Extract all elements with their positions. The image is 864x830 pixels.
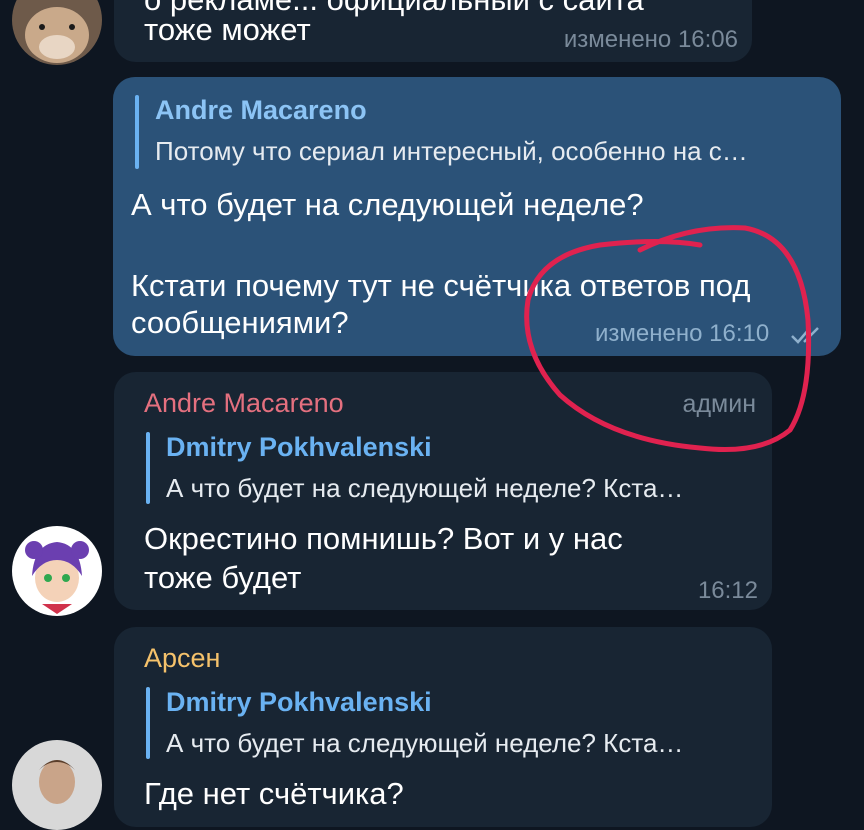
message-2-text-line4: сообщениями? <box>131 305 349 340</box>
message-3-reply-bar <box>146 432 150 504</box>
message-3-time: 16:12 <box>697 577 758 604</box>
message-2-text-line3: Кстати почему тут не счётчика ответов по… <box>131 268 751 303</box>
message-3-reply-name[interactable]: Dmitry Pokhvalenski <box>166 432 432 463</box>
message-2-text-line1: А что будет на следующей неделе? <box>131 187 644 222</box>
avatar-anime-girl[interactable] <box>12 526 102 616</box>
message-3-text-line2: тоже будет <box>144 560 302 595</box>
message-3-text-line1: Окрестино помнишь? Вот и у нас <box>144 521 623 556</box>
message-4-text-line1: Где нет счётчика? <box>144 776 404 811</box>
message-4-reply-text[interactable]: А что будет на следующей неделе? Кста… <box>166 728 756 759</box>
message-2-reply-text[interactable]: Потому что сериал интересный, особенно н… <box>155 136 817 167</box>
message-4-sender-name[interactable]: Арсен <box>144 643 220 674</box>
double-check-icon <box>791 327 819 344</box>
message-2-reply-bar <box>135 95 139 169</box>
avatar-hamster[interactable] <box>12 0 102 65</box>
message-bubble-4[interactable]: Арсен Dmitry Pokhvalenski А что будет на… <box>114 627 772 827</box>
man-avatar-image <box>12 740 102 830</box>
message-bubble-3[interactable]: Andre Macareno админ Dmitry Pokhvalenski… <box>114 372 772 610</box>
message-1-text-line2: тоже может <box>144 12 311 47</box>
message-2-edited-time: изменено 16:10 <box>595 320 770 347</box>
message-3-admin-badge: админ <box>682 390 756 418</box>
message-2-reply-name[interactable]: Andre Macareno <box>155 95 367 126</box>
message-3-sender-name[interactable]: Andre Macareno <box>144 388 344 419</box>
message-4-reply-bar <box>146 687 150 759</box>
message-1-edited-time: изменено 16:06 <box>563 26 738 53</box>
message-4-reply-name[interactable]: Dmitry Pokhvalenski <box>166 687 432 718</box>
hamster-avatar-image <box>12 0 102 65</box>
anime-girl-avatar-image <box>12 526 102 616</box>
avatar-man[interactable] <box>12 740 102 830</box>
message-3-reply-text[interactable]: А что будет на следующей неделе? Кста… <box>166 473 756 504</box>
message-bubble-2[interactable]: Andre Macareno Потому что сериал интерес… <box>113 77 841 356</box>
message-bubble-1[interactable]: о рекламе... официальный с сайта тоже мо… <box>114 0 752 62</box>
